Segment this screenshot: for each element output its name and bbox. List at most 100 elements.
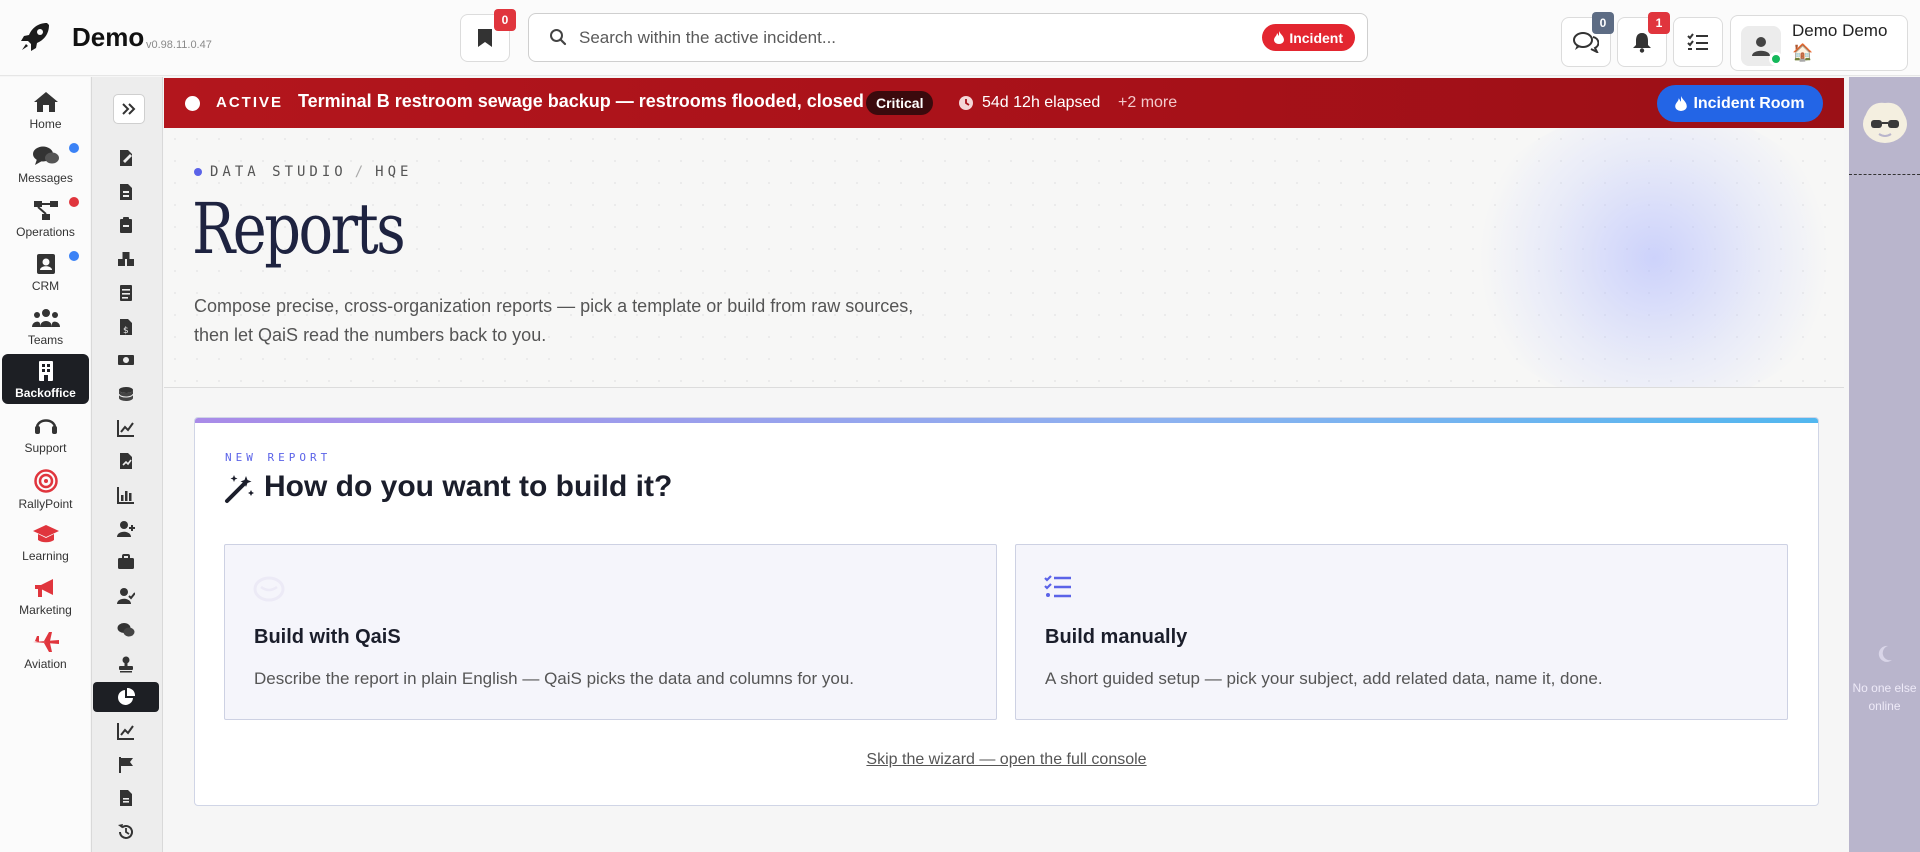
decorative-glow <box>1464 128 1844 387</box>
rail-item-money[interactable] <box>93 345 159 375</box>
qais-assistant-icon[interactable] <box>1860 97 1910 147</box>
expand-rail-button[interactable] <box>113 94 145 124</box>
coins-icon <box>118 386 134 401</box>
list-check-icon <box>1044 575 1071 598</box>
breadcrumb: DATA STUDIO / HQE <box>194 164 412 180</box>
rail-item-line-chart[interactable] <box>93 413 159 443</box>
nav-item-home[interactable]: Home <box>2 85 89 135</box>
home-icon <box>33 92 58 112</box>
bell-icon <box>1633 33 1651 53</box>
fire-icon <box>1675 96 1688 111</box>
breadcrumb-separator: / <box>354 164 368 180</box>
rail-item-bar-chart[interactable] <box>93 480 159 510</box>
file-invoice-icon <box>120 183 132 200</box>
clipboard-icon <box>120 217 132 234</box>
plane-icon <box>32 632 59 652</box>
chart-edit-icon <box>120 453 132 470</box>
top-bar: Demo v0.98.11.0.47 0 Incident 0 1 Demo D… <box>0 0 1920 76</box>
nav-item-backoffice[interactable]: Backoffice <box>2 354 89 404</box>
invoice-dollar-icon: $ <box>120 318 132 336</box>
double-chevron-right-icon <box>122 103 136 115</box>
nav-item-crm[interactable]: CRM <box>2 247 89 297</box>
incident-scope-pill[interactable]: Incident <box>1262 24 1355 51</box>
search-bar: Incident <box>528 13 1368 62</box>
rail-item-invoice-dollar[interactable]: $ <box>93 312 159 342</box>
rail-item-user-check[interactable] <box>93 581 159 611</box>
user-menu[interactable]: Demo Demo 🏠 <box>1730 15 1908 71</box>
svg-text:$: $ <box>123 326 129 336</box>
rail-item-flag[interactable] <box>93 750 159 780</box>
graduation-cap-icon <box>32 525 59 543</box>
nav-item-messages[interactable]: Messages <box>2 139 89 189</box>
nav-item-learning[interactable]: Learning <box>2 517 89 567</box>
file-icon <box>120 790 132 807</box>
nav-label: Operations <box>16 225 75 239</box>
nav-item-support[interactable]: Support <box>2 409 89 459</box>
bookmark-icon <box>478 29 492 47</box>
bookmarks-button[interactable]: 0 <box>460 9 516 62</box>
notifications-button[interactable]: 1 <box>1617 12 1670 67</box>
option-title: Build manually <box>1045 626 1188 648</box>
nav-label: CRM <box>31 279 60 293</box>
unread-dot <box>69 143 79 153</box>
rocket-logo-icon[interactable] <box>18 18 54 54</box>
rail-item-clipboard[interactable] <box>93 210 159 240</box>
incident-room-label: Incident Room <box>1693 94 1805 112</box>
page-description: Compose precise, cross-organization repo… <box>194 296 914 345</box>
comments-icon <box>117 622 135 637</box>
rail-item-user-plus[interactable] <box>93 514 159 544</box>
tasks-button[interactable] <box>1673 17 1723 67</box>
nav-item-aviation[interactable]: Aviation <box>2 625 89 675</box>
building-icon <box>38 361 53 381</box>
incident-room-button[interactable]: Incident Room <box>1657 85 1823 122</box>
rail-item-coins[interactable] <box>93 379 159 409</box>
nav-label: RallyPoint <box>18 497 73 511</box>
build-with-qais-option[interactable]: Build with QaiS Describe the report in p… <box>224 544 997 720</box>
line-chart-icon <box>117 419 134 437</box>
rail-item-trend-chart[interactable] <box>93 716 159 746</box>
wizard-title: How do you want to build it? <box>264 470 673 503</box>
build-manually-option[interactable]: Build manually A short guided setup — pi… <box>1015 544 1788 720</box>
briefcase-icon <box>118 554 134 570</box>
rail-item-file-signature[interactable] <box>93 143 159 173</box>
nav-item-operations[interactable]: Operations <box>2 193 89 243</box>
rail-item-document[interactable] <box>93 278 159 308</box>
chat-button[interactable]: 0 <box>1561 12 1614 67</box>
notifications-count-badge: 1 <box>1648 12 1670 34</box>
rail-item-file-invoice[interactable] <box>93 177 159 207</box>
skip-wizard-link[interactable]: Skip the wizard — open the full console <box>195 751 1818 769</box>
bar-chart-icon <box>117 487 134 504</box>
rail-item-stamp[interactable] <box>93 649 159 679</box>
new-report-wizard: NEW REPORT How do you want to build it? … <box>194 417 1819 806</box>
breadcrumb-item-hqe[interactable]: HQE <box>375 164 412 180</box>
nav-item-rallypoint[interactable]: RallyPoint <box>2 463 89 513</box>
rail-item-briefcase[interactable] <box>93 547 159 577</box>
rail-item-chart-edit[interactable] <box>93 446 159 476</box>
contacts-icon <box>36 254 55 274</box>
rail-item-history[interactable] <box>93 817 159 847</box>
nav-label: Teams <box>27 333 64 347</box>
rail-item-comments[interactable] <box>93 615 159 645</box>
nav-item-marketing[interactable]: Marketing <box>2 571 89 621</box>
nav-item-teams[interactable]: Teams <box>2 301 89 351</box>
qais-mascot-icon <box>253 576 285 602</box>
breadcrumb-item-data-studio[interactable]: DATA STUDIO <box>210 164 347 180</box>
search-input[interactable] <box>579 23 1219 53</box>
nav-label: Marketing <box>19 603 72 617</box>
rail-item-boxes[interactable] <box>93 244 159 274</box>
nav-label: Home <box>29 117 62 131</box>
megaphone-icon <box>34 579 53 597</box>
app-name[interactable]: Demo <box>72 22 144 53</box>
headset-icon <box>34 419 57 434</box>
severity-badge: Critical <box>866 91 934 115</box>
more-incidents-link[interactable]: +2 more <box>1118 94 1177 112</box>
incident-title[interactable]: Terminal B restroom sewage backup — rest… <box>298 91 864 112</box>
stamp-icon <box>119 656 133 672</box>
rail-item-file[interactable] <box>93 783 159 813</box>
chat-count-badge: 0 <box>1592 12 1614 34</box>
chat-bubbles-icon <box>1573 32 1599 53</box>
incident-banner[interactable]: ACTIVE Terminal B restroom sewage backup… <box>164 78 1844 128</box>
home-emoji-icon: 🏠 <box>1792 43 1814 62</box>
rail-item-pie-chart[interactable] <box>93 682 159 713</box>
flag-icon <box>119 756 133 773</box>
